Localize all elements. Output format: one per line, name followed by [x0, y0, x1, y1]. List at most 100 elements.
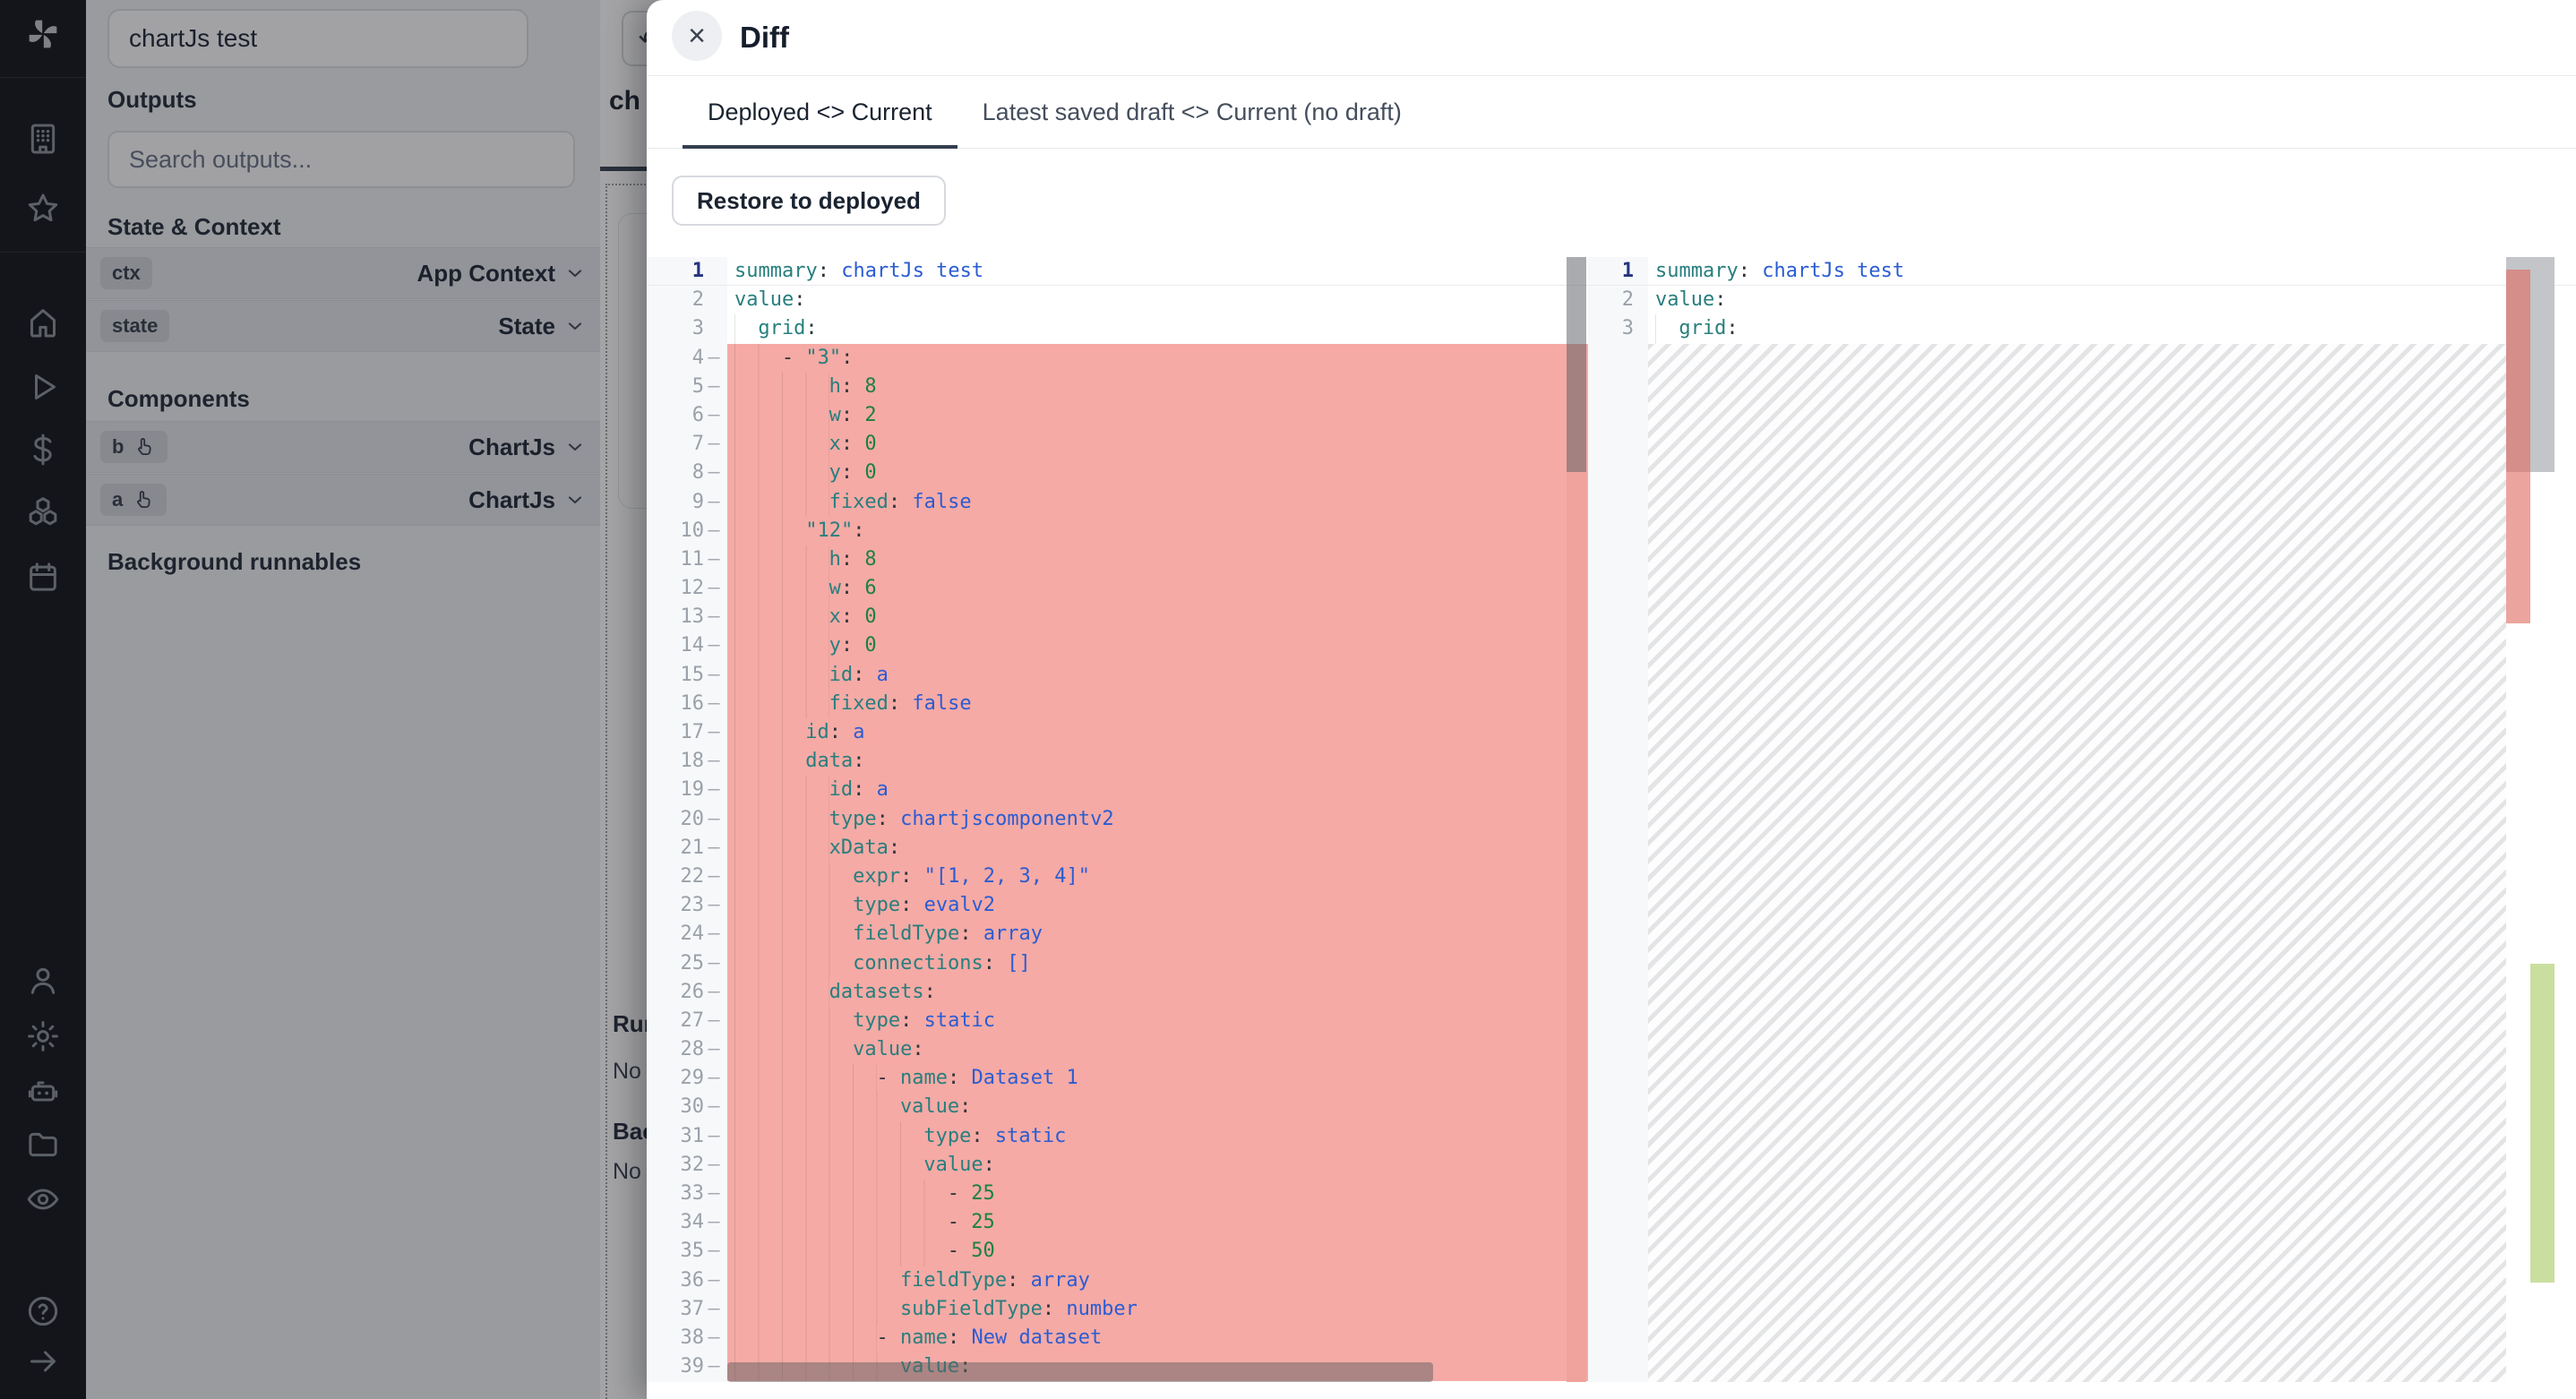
- code-line: connections: []: [727, 949, 1588, 978]
- line-number: 18—: [647, 747, 727, 776]
- code-line: data:: [727, 747, 1588, 776]
- line-number: 8—: [647, 459, 727, 487]
- code-line: datasets:: [727, 978, 1588, 1007]
- line-number: 14—: [647, 631, 727, 660]
- code-line: type: static: [727, 1007, 1588, 1035]
- deleted-region-marker: [1567, 344, 1586, 1382]
- line-number: 3: [1588, 314, 1648, 343]
- deleted-region-marker: [2506, 270, 2530, 623]
- code-line: grid:: [1648, 314, 2576, 343]
- modal-title: Diff: [740, 0, 789, 75]
- code-line: "12":: [727, 517, 1588, 545]
- line-number: 25—: [647, 949, 727, 978]
- line-number: 5—: [647, 373, 727, 401]
- line-number: 29—: [647, 1064, 727, 1093]
- line-number: 2: [1588, 286, 1648, 314]
- line-number: 4—: [647, 344, 727, 373]
- line-number: 1: [1588, 257, 1648, 286]
- diff-tabs: Deployed <> CurrentLatest saved draft <>…: [647, 76, 2576, 149]
- vertical-scrollbar-thumb[interactable]: [1567, 257, 1586, 472]
- line-number: 30—: [647, 1093, 727, 1121]
- code-line: type: evalv2: [727, 891, 1588, 920]
- diff-pane-current[interactable]: 123 summary: chartJs testvalue:grid:: [1588, 257, 2576, 1382]
- line-number: 23—: [647, 891, 727, 920]
- code-line: h: 8: [727, 373, 1588, 401]
- line-number: 16—: [647, 690, 727, 718]
- close-button[interactable]: ×: [672, 11, 722, 61]
- line-number: 36—: [647, 1266, 727, 1295]
- line-number: 12—: [647, 574, 727, 603]
- code-line: value:: [1648, 286, 2576, 314]
- diff-modal: × Diff Deployed <> CurrentLatest saved d…: [647, 0, 2576, 1399]
- line-number: 3: [647, 314, 727, 343]
- line-number: 31—: [647, 1122, 727, 1151]
- code-line: y: 0: [727, 459, 1588, 487]
- diff-pane-deployed[interactable]: 1234—5—6—7—8—9—10—11—12—13—14—15—16—17—1…: [647, 257, 1588, 1382]
- code-line: summary: chartJs test: [727, 257, 1588, 286]
- line-number: 28—: [647, 1035, 727, 1064]
- code-line: - name: New dataset: [727, 1324, 1588, 1352]
- code-line: expr: "[1, 2, 3, 4]": [727, 863, 1588, 891]
- line-number-gutter: 1234—5—6—7—8—9—10—11—12—13—14—15—16—17—1…: [647, 257, 727, 1382]
- line-number: 21—: [647, 834, 727, 863]
- line-number: 15—: [647, 661, 727, 690]
- line-number: 19—: [647, 776, 727, 804]
- line-number-gutter: 123: [1588, 257, 1648, 1382]
- code-line: id: a: [727, 718, 1588, 747]
- right-pane-overview-ruler: [2506, 257, 2555, 1382]
- code-line: subFieldType: number: [727, 1295, 1588, 1324]
- code-line: summary: chartJs test: [1648, 257, 2576, 286]
- horizontal-scrollbar-thumb[interactable]: [727, 1362, 1433, 1382]
- code-line: - "3":: [727, 344, 1588, 373]
- diff-editor: 1234—5—6—7—8—9—10—11—12—13—14—15—16—17—1…: [647, 257, 2576, 1382]
- left-pane-overview-ruler: [1567, 257, 1586, 1382]
- code-line: xData:: [727, 834, 1588, 863]
- line-number: 35—: [647, 1237, 727, 1266]
- code-line: fieldType: array: [727, 920, 1588, 948]
- code-line: value:: [727, 1093, 1588, 1121]
- tab-draft-current[interactable]: Latest saved draft <> Current (no draft): [957, 76, 1427, 148]
- added-region-marker: [2530, 964, 2555, 1283]
- line-number: 33—: [647, 1180, 727, 1208]
- code-line: type: static: [727, 1122, 1588, 1151]
- code-line: x: 0: [727, 430, 1588, 459]
- line-number: 22—: [647, 863, 727, 891]
- line-number: 34—: [647, 1208, 727, 1237]
- empty-region-hatch: [1648, 344, 2506, 1382]
- code-line: grid:: [727, 314, 1588, 343]
- code-line: type: chartjscomponentv2: [727, 805, 1588, 834]
- line-number: 39—: [647, 1352, 727, 1381]
- line-number: 9—: [647, 488, 727, 517]
- restore-to-deployed-button[interactable]: Restore to deployed: [672, 176, 946, 226]
- line-number: 13—: [647, 603, 727, 631]
- code-line: value:: [727, 1035, 1588, 1064]
- line-number: 17—: [647, 718, 727, 747]
- line-number: 2: [647, 286, 727, 314]
- line-number: 27—: [647, 1007, 727, 1035]
- code-line: h: 8: [727, 545, 1588, 574]
- code-line: x: 0: [727, 603, 1588, 631]
- line-number: 38—: [647, 1324, 727, 1352]
- code-line: - 25: [727, 1180, 1588, 1208]
- code-line: - 25: [727, 1208, 1588, 1237]
- line-number: 1: [647, 257, 727, 286]
- line-number: 26—: [647, 978, 727, 1007]
- line-number: 24—: [647, 920, 727, 948]
- code-line: fixed: false: [727, 488, 1588, 517]
- code-line: value:: [727, 1151, 1588, 1180]
- code-line: w: 6: [727, 574, 1588, 603]
- code-line: - 50: [727, 1237, 1588, 1266]
- line-number: 32—: [647, 1151, 727, 1180]
- code-line: id: a: [727, 661, 1588, 690]
- line-number: 7—: [647, 430, 727, 459]
- code-line: w: 2: [727, 401, 1588, 430]
- close-icon: ×: [688, 19, 706, 54]
- app-window: Outputs State & Context ctx App Context …: [0, 0, 2576, 1399]
- code-line: id: a: [727, 776, 1588, 804]
- code-line: value:: [727, 286, 1588, 314]
- tab-deployed-current[interactable]: Deployed <> Current: [683, 76, 957, 148]
- code-line: - name: Dataset 1: [727, 1064, 1588, 1093]
- code-line: fieldType: array: [727, 1266, 1588, 1295]
- line-number: 20—: [647, 805, 727, 834]
- code-line: fixed: false: [727, 690, 1588, 718]
